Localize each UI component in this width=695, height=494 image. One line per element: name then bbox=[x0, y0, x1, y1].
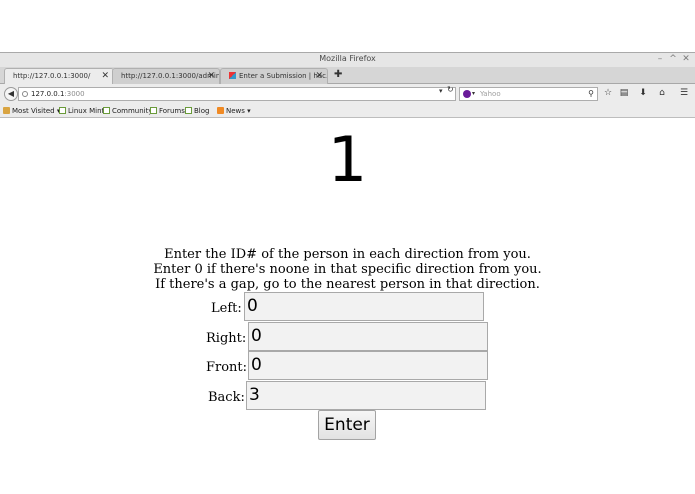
field-row-right: Right: 0 bbox=[0, 322, 695, 352]
bookmark-linux-mint[interactable]: Linux Mint bbox=[59, 105, 104, 117]
bookmark-label: Linux Mint bbox=[68, 107, 105, 115]
screen: Mozilla Firefox – ^ ✕ http://127.0.0.1:3… bbox=[0, 0, 695, 494]
tab-admin[interactable]: http://127.0.0.1:3000/admin ✕ bbox=[112, 68, 220, 84]
tab-close-icon[interactable]: ✕ bbox=[315, 71, 323, 81]
bookmark-star-icon[interactable]: ☆ bbox=[602, 87, 614, 100]
bookmark-label: News ▾ bbox=[226, 107, 251, 115]
globe-icon bbox=[22, 91, 28, 97]
instruction-line: Enter the ID# of the person in each dire… bbox=[164, 247, 531, 262]
url-port: :3000 bbox=[64, 90, 85, 98]
bookmark-forums[interactable]: Forums bbox=[150, 105, 185, 117]
bookmark-label: Most Visited ▾ bbox=[12, 107, 61, 115]
enter-button[interactable]: Enter bbox=[318, 410, 376, 440]
bookmark-label: Forums bbox=[159, 107, 185, 115]
tab-label: http://127.0.0.1:3000/admin bbox=[121, 72, 220, 80]
navigation-bar: ◀ 127.0.0.1:3000 ▾ ↻ ▾ Yahoo ⚲ ☆ ▤ ⬇ ⌂ ☰ bbox=[0, 84, 695, 104]
downloads-icon[interactable]: ⬇ bbox=[637, 87, 649, 100]
back-arrow-icon: ◀ bbox=[7, 89, 15, 98]
rss-icon bbox=[217, 107, 224, 114]
page-content: 1 Enter the ID# of the person in each di… bbox=[0, 119, 695, 442]
bookmark-label: Community bbox=[112, 107, 153, 115]
reload-icon[interactable]: ↻ bbox=[447, 85, 454, 94]
window-title: Mozilla Firefox bbox=[319, 54, 376, 63]
yahoo-engine-icon[interactable] bbox=[463, 90, 471, 98]
field-row-left: Left: 0 bbox=[0, 292, 695, 322]
url-bar[interactable]: 127.0.0.1:3000 bbox=[18, 87, 456, 101]
instruction-line: If there's a gap, go to the nearest pers… bbox=[155, 277, 540, 292]
search-placeholder: Yahoo bbox=[480, 90, 501, 98]
tab-close-icon[interactable]: ✕ bbox=[207, 71, 215, 81]
back-label: Back: bbox=[208, 390, 245, 405]
bookmark-news[interactable]: News ▾ bbox=[217, 105, 251, 117]
tab-label: http://127.0.0.1:3000/ bbox=[13, 72, 91, 80]
front-label: Front: bbox=[206, 360, 248, 375]
instruction-line: Enter 0 if there's noone in that specifi… bbox=[153, 262, 542, 277]
site-favicon-icon bbox=[229, 72, 236, 79]
right-input[interactable]: 0 bbox=[248, 322, 488, 351]
right-label: Right: bbox=[206, 331, 247, 346]
url-history-dropdown-icon[interactable]: ▾ bbox=[439, 87, 443, 95]
page-icon bbox=[185, 107, 192, 114]
new-tab-icon[interactable]: ✚ bbox=[334, 69, 342, 80]
front-input[interactable]: 0 bbox=[248, 351, 488, 380]
back-button[interactable]: ◀ bbox=[4, 87, 18, 101]
bookmark-most-visited[interactable]: Most Visited ▾ bbox=[3, 105, 60, 117]
page-icon bbox=[59, 107, 66, 114]
search-input[interactable]: ▾ Yahoo ⚲ bbox=[459, 87, 598, 101]
person-id-number: 1 bbox=[327, 123, 368, 196]
folder-icon bbox=[3, 107, 10, 114]
minimize-icon[interactable]: – bbox=[654, 53, 666, 66]
back-input[interactable]: 3 bbox=[246, 381, 486, 410]
left-label: Left: bbox=[211, 301, 242, 316]
page-icon bbox=[150, 107, 157, 114]
title-bar: Mozilla Firefox – ^ ✕ bbox=[0, 53, 695, 67]
close-window-icon[interactable]: ✕ bbox=[680, 53, 692, 66]
field-row-back: Back: 3 bbox=[0, 381, 695, 411]
left-input[interactable]: 0 bbox=[244, 292, 484, 321]
search-engine-dropdown-icon[interactable]: ▾ bbox=[472, 88, 475, 100]
search-icon[interactable]: ⚲ bbox=[588, 88, 594, 100]
bookmark-blog[interactable]: Blog bbox=[185, 105, 209, 117]
maximize-icon[interactable]: ^ bbox=[667, 53, 679, 66]
home-icon[interactable]: ⌂ bbox=[656, 87, 668, 100]
page-icon bbox=[103, 107, 110, 114]
bookmarks-toolbar: Most Visited ▾ Linux Mint Community Foru… bbox=[0, 104, 695, 118]
tab-strip: http://127.0.0.1:3000/ ✕ http://127.0.0.… bbox=[0, 67, 695, 84]
tab-close-icon[interactable]: ✕ bbox=[101, 71, 109, 81]
bookmarks-menu-icon[interactable]: ▤ bbox=[618, 87, 630, 100]
browser-window: Mozilla Firefox – ^ ✕ http://127.0.0.1:3… bbox=[0, 52, 695, 442]
tab-localhost[interactable]: http://127.0.0.1:3000/ ✕ bbox=[4, 68, 114, 84]
field-row-front: Front: 0 bbox=[0, 351, 695, 381]
bookmark-label: Blog bbox=[194, 107, 210, 115]
tab-submission[interactable]: Enter a Submission | hac... ✕ bbox=[220, 68, 328, 84]
menu-icon[interactable]: ☰ bbox=[678, 87, 690, 100]
bookmark-community[interactable]: Community bbox=[103, 105, 153, 117]
url-host: 127.0.0.1 bbox=[31, 90, 65, 98]
